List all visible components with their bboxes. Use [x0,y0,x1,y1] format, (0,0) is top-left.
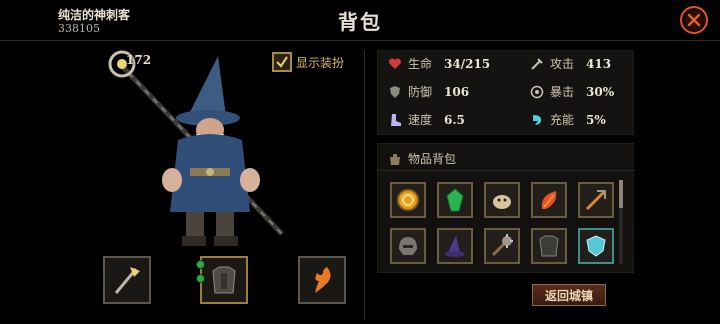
helmet-icon [399,237,417,255]
inventory-item[interactable] [531,228,567,264]
close-button[interactable] [680,6,708,34]
stat-crit: 暴击 30% [530,83,614,100]
inventory-scrollbar[interactable] [619,180,623,264]
inventory-item[interactable] [437,182,473,218]
sword-icon [531,57,543,70]
bag-icon [390,153,400,165]
inventory-item[interactable] [390,182,426,218]
stat-hp: 生命 34/215 [388,55,490,72]
stat-attack: 攻击 413 [530,55,611,72]
wizard-character [108,50,284,246]
inventory-item[interactable] [578,228,614,264]
header-divider [0,40,720,41]
armor-icon [212,266,236,294]
stats-panel: 生命 34/215 攻击 413 防御 106 暴击 30% 速度 6.5 充能 5% [377,50,634,135]
hero-level: 172 [126,53,152,67]
inventory-item[interactable] [531,182,567,218]
creature-icon [493,195,511,209]
equipped-dot [196,260,205,269]
panel-divider [364,50,365,320]
inventory-item[interactable] [578,182,614,218]
inventory-panel: 物品背包 [377,143,635,273]
inventory-header: 物品背包 [388,150,456,167]
shield-icon [390,85,400,98]
accessory-slot[interactable] [298,256,346,304]
inventory-title: 物品背包 [408,152,457,166]
stat-speed: 速度 6.5 [388,111,465,128]
crossbow-icon [585,189,607,211]
fire-feather-icon [315,267,331,293]
heart-icon [388,57,402,69]
dark-armor-icon [539,235,559,257]
stat-charge: 充能 5% [530,111,606,128]
equipped-dot [196,274,205,283]
inventory-item[interactable] [484,182,520,218]
return-to-town-button[interactable]: 返回城镇 [532,284,606,306]
target-icon [530,85,544,98]
costume-label: 显示装扮 [296,55,345,70]
charge-icon [533,114,542,125]
crystal-shield-icon [586,235,606,257]
boot-icon [391,113,401,126]
page-title: 背包 [338,10,382,34]
fire-leaf-icon [541,191,557,209]
spiked-mace-icon [491,234,513,257]
close-icon [687,13,701,27]
armor-slot[interactable] [196,256,248,304]
inventory-divider [378,170,635,171]
scrollbar-thumb[interactable] [619,180,623,208]
inventory-item[interactable] [484,228,520,264]
wizard-hat-icon [445,235,465,257]
stat-defense: 防御 106 [388,83,469,100]
costume-checkbox[interactable] [272,52,292,72]
show-costume-toggle[interactable]: 显示装扮 [272,52,344,72]
inventory-item[interactable] [437,228,473,264]
green-gem-icon [446,188,464,212]
gold-coin-icon [397,189,419,211]
checkmark-icon [276,56,288,68]
weapon-slot[interactable] [103,256,151,304]
inventory-item[interactable] [390,228,426,264]
staff-icon [114,267,140,294]
